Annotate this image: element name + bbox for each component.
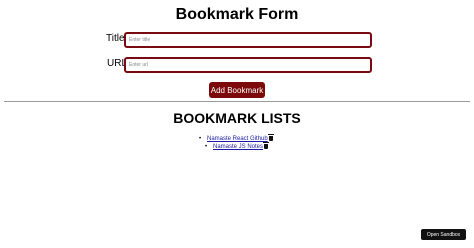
form-title: Bookmark Form bbox=[175, 6, 299, 23]
open-sandbox-button[interactable]: Open Sandbox bbox=[421, 229, 466, 240]
list-item: • Namaste JS Notes bbox=[205, 142, 270, 151]
trash-icon[interactable] bbox=[267, 134, 274, 141]
add-bookmark-button[interactable]: Add Bookmark bbox=[209, 82, 265, 98]
url-input[interactable] bbox=[124, 57, 372, 73]
bullet-icon: • bbox=[199, 136, 202, 142]
divider bbox=[4, 101, 470, 102]
bookmark-link[interactable]: Namaste React Github bbox=[207, 136, 268, 142]
title-input[interactable] bbox=[124, 32, 372, 48]
bookmark-lists-title: BOOKMARK LISTS bbox=[173, 110, 301, 126]
trash-icon[interactable] bbox=[263, 142, 270, 149]
bullet-icon: • bbox=[205, 144, 208, 150]
bookmark-link[interactable]: Namaste JS Notes bbox=[213, 144, 263, 150]
